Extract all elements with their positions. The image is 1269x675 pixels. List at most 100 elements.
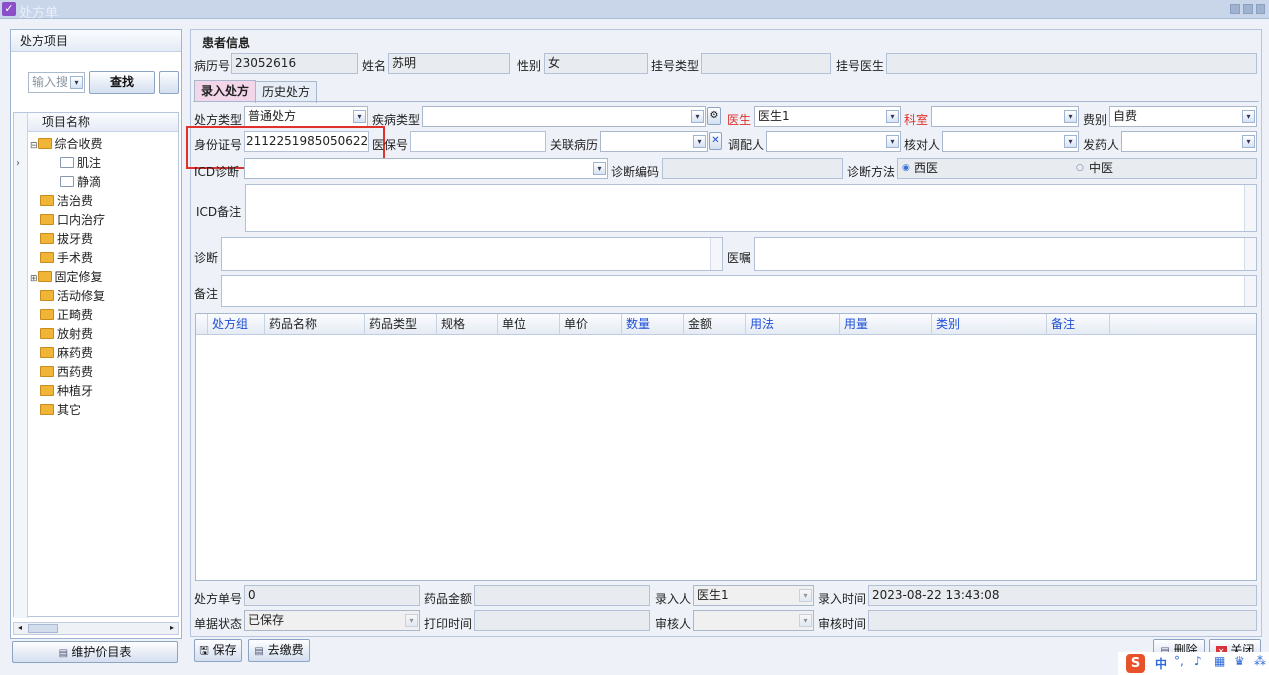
- folder-icon: [37, 271, 52, 282]
- scrollbar[interactable]: [1244, 185, 1256, 231]
- apps-grid-icon[interactable]: ⁂: [1254, 654, 1266, 668]
- chevron-down-icon[interactable]: ▾: [1242, 110, 1255, 123]
- grid-col-spec[interactable]: 规格: [437, 314, 498, 335]
- scrollbar[interactable]: [710, 238, 722, 270]
- note-textarea[interactable]: [221, 275, 1257, 307]
- horizontal-scrollbar[interactable]: ◂ ▸: [13, 622, 179, 635]
- advice-textarea[interactable]: [754, 237, 1257, 271]
- grid-col-qty[interactable]: 数量: [622, 314, 684, 335]
- sex-label: 性别: [517, 59, 542, 73]
- scrollbar[interactable]: [1244, 238, 1256, 270]
- tree-item-label: 口内治疗: [57, 213, 106, 227]
- punctuation-icon[interactable]: °,: [1174, 654, 1184, 668]
- tree-item[interactable]: 拔牙费: [40, 230, 204, 249]
- reviewer-label: 审核人: [655, 617, 692, 631]
- chevron-down-icon[interactable]: ▾: [1242, 135, 1255, 148]
- icd-select[interactable]: ▾: [244, 158, 608, 179]
- entry-person-label: 录入人: [655, 592, 692, 606]
- grid-col-unit[interactable]: 单位: [498, 314, 560, 335]
- pay-button[interactable]: ▤ 去缴费: [248, 639, 310, 662]
- grid-col-drug-name[interactable]: 药品名称: [265, 314, 365, 335]
- tree-item[interactable]: 西药费: [40, 363, 204, 382]
- tree-item[interactable]: 口内治疗: [40, 211, 204, 230]
- chevron-down-icon[interactable]: ▾: [693, 135, 706, 148]
- checker-select[interactable]: ▾: [942, 131, 1079, 152]
- dept-label: 科室: [904, 113, 929, 127]
- tree-item-label: 麻药费: [57, 346, 94, 360]
- tree-item[interactable]: 洁治费: [40, 192, 204, 211]
- diagnosis-textarea[interactable]: [221, 237, 723, 271]
- tree-item[interactable]: 放射费: [40, 325, 204, 344]
- maximize-button[interactable]: [1243, 4, 1253, 14]
- tree-item[interactable]: ⊟ 综合收费: [30, 135, 194, 154]
- search-input[interactable]: 输入搜 ▾: [28, 72, 85, 93]
- insurance-field[interactable]: [410, 131, 546, 152]
- folder-icon: [40, 214, 54, 225]
- mixer-select[interactable]: ▾: [766, 131, 901, 152]
- tree-item[interactable]: 种植牙: [40, 382, 204, 401]
- chevron-down-icon[interactable]: ▾: [1064, 110, 1077, 123]
- scroll-thumb[interactable]: [28, 624, 58, 633]
- ime-lang-label[interactable]: 中: [1155, 655, 1167, 672]
- dept-select[interactable]: ▾: [931, 106, 1079, 127]
- rx-type-select[interactable]: 普通处方 ▾: [244, 106, 368, 127]
- grid-col-category[interactable]: 类别: [932, 314, 1047, 335]
- method-west-label[interactable]: 西医: [914, 159, 938, 178]
- extra-button[interactable]: [159, 71, 179, 94]
- close-window-button[interactable]: [1256, 4, 1265, 14]
- keyboard-icon[interactable]: ▦: [1214, 654, 1225, 668]
- entry-time-field: 2023-08-22 13:43:08: [868, 585, 1257, 606]
- tab-history[interactable]: 历史处方: [255, 81, 318, 103]
- gear-icon[interactable]: ⚙: [707, 107, 721, 125]
- drug-grid[interactable]: 处方组 药品名称 药品类型 规格 单位 单价 数量 金额 用法 用量 类别 备注: [195, 313, 1257, 581]
- minimize-button[interactable]: [1230, 4, 1240, 14]
- chevron-down-icon[interactable]: ▾: [1064, 135, 1077, 148]
- save-button[interactable]: 🖫 保存: [194, 639, 242, 662]
- grid-col-dosage[interactable]: 用量: [840, 314, 932, 335]
- radio-selected-icon[interactable]: ◉: [902, 159, 910, 178]
- chevron-down-icon[interactable]: ▾: [70, 76, 83, 89]
- tree-item[interactable]: 手术费: [40, 249, 204, 268]
- grid-col-drug-type[interactable]: 药品类型: [365, 314, 437, 335]
- radio-icon[interactable]: ○: [1076, 159, 1084, 178]
- tree-item[interactable]: 正畸费: [40, 306, 204, 325]
- icd-note-textarea[interactable]: [245, 184, 1257, 232]
- microphone-icon[interactable]: ♪: [1194, 654, 1202, 668]
- related-select[interactable]: ▾: [600, 131, 708, 152]
- folder-icon: [40, 404, 54, 415]
- tab-entry[interactable]: 录入处方: [194, 80, 257, 102]
- maintain-price-button[interactable]: ▤ 维护价目表: [12, 641, 178, 663]
- grid-col-amount[interactable]: 金额: [684, 314, 746, 335]
- tree-item[interactable]: ⊞ 固定修复: [30, 268, 194, 287]
- checkbox-app-icon: ✓: [2, 2, 16, 16]
- tree-item[interactable]: 麻药费: [40, 344, 204, 363]
- chevron-down-icon[interactable]: ▾: [886, 135, 899, 148]
- tree-item-label: 拔牙费: [57, 232, 94, 246]
- scroll-left-icon[interactable]: ◂: [14, 623, 26, 634]
- entry-time-label: 录入时间: [818, 592, 867, 606]
- scrollbar[interactable]: [1244, 276, 1256, 306]
- grid-col-note[interactable]: 备注: [1047, 314, 1110, 335]
- chevron-down-icon[interactable]: ▾: [593, 162, 606, 175]
- chevron-down-icon[interactable]: ▾: [886, 110, 899, 123]
- method-chinese-label[interactable]: 中医: [1089, 159, 1113, 178]
- tree-item[interactable]: 其它: [40, 401, 204, 420]
- grid-col-group[interactable]: 处方组: [208, 314, 265, 335]
- scroll-right-icon[interactable]: ▸: [166, 623, 178, 634]
- search-button[interactable]: 查找: [89, 71, 155, 94]
- skin-shirt-icon[interactable]: ♛: [1234, 654, 1245, 668]
- grid-col-usage[interactable]: 用法: [746, 314, 840, 335]
- dispenser-select[interactable]: ▾: [1121, 131, 1257, 152]
- clear-x-icon[interactable]: ✕: [709, 132, 722, 150]
- chevron-down-icon[interactable]: ▾: [353, 110, 366, 123]
- sogou-logo-icon[interactable]: S: [1126, 654, 1145, 673]
- disease-type-select[interactable]: ▾: [422, 106, 706, 127]
- diag-code-field: [662, 158, 843, 179]
- grid-col-price[interactable]: 单价: [560, 314, 622, 335]
- doctor-select[interactable]: 医生1 ▾: [754, 106, 901, 127]
- fee-select[interactable]: 自费 ▾: [1109, 106, 1257, 127]
- chevron-down-icon[interactable]: ▾: [691, 110, 704, 123]
- ime-toolbar[interactable]: S 中 °, ♪ ▦ ♛ ⁂: [1118, 652, 1269, 675]
- tree-item[interactable]: 活动修复: [40, 287, 204, 306]
- doctor-label: 医生: [727, 113, 752, 127]
